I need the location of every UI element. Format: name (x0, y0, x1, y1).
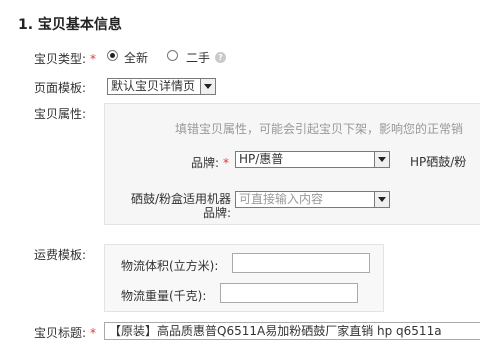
hp-toner-label: HP硒鼓/粉 (410, 155, 467, 169)
section-title: 1. 宝贝基本信息 (18, 17, 122, 33)
attributes-tip: 填错宝贝属性，可能会引起宝贝下架，影响您的正常销 (175, 122, 464, 136)
chevron-down-icon[interactable] (200, 79, 215, 94)
chevron-down-icon[interactable] (374, 192, 389, 207)
brand-selected: HP/惠普 (239, 152, 284, 166)
question-circle-icon[interactable]: ? (215, 52, 226, 63)
weight-label: 物流重量(千克): (121, 289, 207, 303)
item-attributes-label: 宝贝属性: (34, 107, 87, 121)
brand-select[interactable]: HP/惠普 (235, 151, 390, 168)
item-type-label: 宝贝类型: * (34, 50, 96, 67)
page-template-select[interactable]: 默认宝贝详情页 (107, 78, 216, 95)
shipping-template-label: 运费模板: (34, 248, 87, 262)
volume-input[interactable] (232, 253, 370, 273)
page-template-label: 页面模板: (34, 81, 87, 95)
machine-brand-label-line2: 品牌: (202, 206, 231, 220)
chevron-down-icon[interactable] (374, 152, 389, 167)
machine-brand-label-line1: 硒鼓/粉盒适用机器 (130, 192, 231, 206)
page-template-selected: 默认宝贝详情页 (111, 79, 196, 93)
machine-brand-label: 硒鼓/粉盒适用机器 品牌: (127, 192, 231, 220)
item-type-label-text: 宝贝类型: (34, 52, 87, 66)
radio-used-label[interactable]: 二手 (186, 49, 210, 66)
required-mark: * (90, 52, 97, 66)
item-title-label: 宝贝标题: * (34, 324, 96, 341)
brand-label-text: 品牌: (191, 156, 220, 170)
required-mark: * (223, 156, 230, 170)
radio-new-label[interactable]: 全新 (124, 49, 148, 66)
radio-new[interactable] (107, 50, 118, 61)
machine-brand-placeholder: 可直接输入内容 (239, 192, 324, 206)
shipping-panel: 物流体积(立方米): 物流重量(千克): (104, 244, 384, 312)
attributes-panel: 填错宝贝属性，可能会引起宝贝下架，影响您的正常销 品牌: * HP/惠普 HP硒鼓… (104, 103, 480, 225)
weight-input[interactable] (220, 283, 358, 303)
machine-brand-combobox[interactable]: 可直接输入内容 (235, 191, 390, 208)
radio-used[interactable] (167, 50, 178, 61)
item-title-input[interactable]: 【原装】高品质惠普Q6511A易加粉硒鼓厂家直销 hp q6511a (104, 322, 480, 340)
volume-label: 物流体积(立方米): (121, 259, 219, 273)
brand-label: 品牌: * (191, 154, 229, 171)
